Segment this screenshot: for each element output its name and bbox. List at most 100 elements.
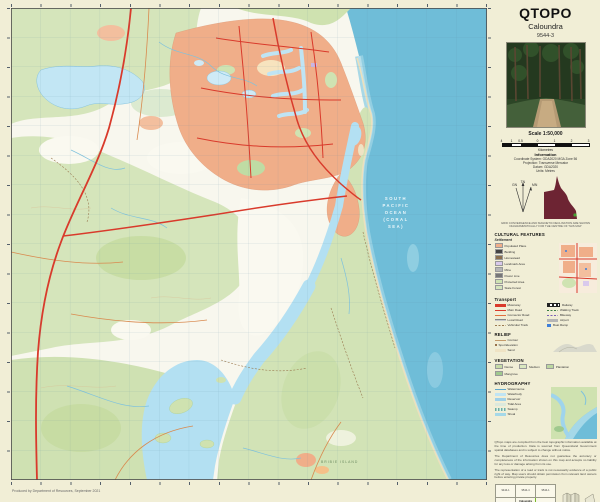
adjoining-sheet: 9544-2 (536, 498, 556, 502)
legend-item: Plantation (546, 364, 569, 369)
information-lines: Coordinate System: GDA2020 MGA Zone 56Pr… (514, 157, 577, 173)
cultural-heading: CULTURAL FEATURES (495, 232, 597, 237)
scale-tick-labels: 10.501234 (502, 139, 590, 143)
legend-cultural: CULTURAL FEATURES Settlement Populated P… (495, 230, 597, 293)
legend-line-swatch (495, 325, 506, 326)
legend-label: Railway (562, 303, 573, 307)
disclaimer-paragraph: QTopo maps are compiled from the best to… (495, 441, 597, 453)
scale-bar-segments (502, 143, 590, 148)
information-block: Information Coordinate System: GDA2020 M… (514, 151, 577, 173)
information-line: Projection: Transverse Mercator (514, 161, 577, 165)
marginalia-panel: QTOPO Caloundra 9544-3 (491, 0, 600, 502)
legend-item: Populated Place (495, 243, 556, 248)
legend-line-swatch (495, 389, 506, 390)
legend-label: Main Road (508, 308, 523, 312)
map-sheet: SOUTH PACIFIC OCEAN (CORAL SEA) BRIBIE I… (0, 0, 600, 502)
adjoining-maps-grid: 9444-1 9544-4 9544-1 9444-2 Caloundra954… (495, 484, 556, 502)
legend-label: Swamp (508, 407, 518, 411)
vegetation-items: Dense Medium Plantation (495, 364, 597, 377)
north-locator-row: GN TN MN (508, 176, 584, 220)
relief-heading: RELIEF (495, 332, 597, 337)
legend-swatch (519, 364, 527, 369)
relief-sample (553, 338, 597, 354)
legend-swatch (495, 364, 503, 369)
legend-label: Shoal (508, 412, 516, 416)
transport-heading: Transport (495, 297, 597, 302)
legend-item: Mine (495, 267, 556, 272)
queensland-locator-map (544, 176, 584, 220)
information-line: Units: Metres (514, 169, 577, 173)
island-label: BRIBIE ISLAND (321, 460, 358, 464)
transport-items-left: Motorway Main Road Connector Road (495, 303, 545, 328)
map-folding-diagram (562, 491, 596, 502)
legend-item: Building (495, 249, 556, 254)
legend-label: Mangrove (505, 372, 518, 376)
legend-label: Spot Elevation (499, 343, 518, 347)
ocean-label-line: (CORAL (383, 217, 408, 222)
legend-label: Connector Road (508, 313, 530, 317)
legend-line-swatch (495, 310, 506, 312)
scale-tick: 4 (501, 139, 503, 143)
magnetic-north-label: MN (532, 183, 538, 187)
legend-item: Protected Area (495, 279, 556, 284)
legend-item: Tidal Area (495, 402, 548, 406)
legend-label: Motorway (508, 303, 521, 307)
legend-item: State Forest (495, 285, 556, 290)
legend-label: Boat Ramp (553, 323, 568, 327)
ocean-label-line: PACIFIC (383, 203, 410, 208)
disclaimer-notes: QTopo maps are compiled from the best to… (495, 441, 597, 482)
legend-swatch (495, 279, 503, 284)
legend-label: Airport (560, 318, 569, 322)
legend-swatch (495, 255, 503, 260)
left-graticule-ticks (7, 8, 10, 480)
legend-item: Waterbody (495, 392, 548, 396)
legend-vegetation: VEGETATION Dense Medium (495, 356, 597, 377)
legend-item: Connector Road (495, 313, 545, 317)
sheet-number: 9544-3 (537, 33, 554, 40)
legend-swatch (495, 267, 503, 272)
legend-swatch (495, 243, 503, 248)
ocean-label-line: OCEAN (385, 210, 408, 215)
legend-label: Contour (508, 338, 519, 342)
scale-tick: 2 (571, 139, 573, 143)
settlement-subheading: Settlement (495, 238, 597, 242)
cover-photo (506, 42, 586, 128)
legend-label: Waterbody (508, 392, 522, 396)
legend-label: Local Road (508, 318, 523, 322)
scale-tick: 0 (537, 139, 539, 143)
adjoining-maps-row: 9444-1 9544-4 9544-1 9444-2 Caloundra954… (495, 484, 597, 502)
legend-item: Reservoir (495, 397, 548, 401)
adjoining-sheet: 9444-2 (496, 498, 516, 502)
legend-label: Bikeway (560, 313, 571, 317)
legend-label: Walking Track (560, 308, 579, 312)
hydrography-items: Watercourse Waterbody Reservoir (495, 387, 548, 439)
map-canvas: SOUTH PACIFIC OCEAN (CORAL SEA) BRIBIE I… (11, 8, 487, 480)
vegetation-heading: VEGETATION (495, 358, 597, 363)
legend-line-swatch (495, 304, 506, 307)
scale-bar: 10.501234 Kilometres (502, 139, 590, 149)
legend-swatch (495, 261, 503, 266)
legend-line-swatch (495, 408, 506, 412)
legend-line-swatch (495, 340, 506, 341)
legend-relief: RELIEF Contour Spot Elevation (495, 330, 597, 354)
legend-item: Walking Track (547, 308, 597, 312)
adjoining-sheet: 9444-1 (496, 485, 516, 498)
legend-line-swatch (495, 319, 506, 321)
production-note: Produced by Department of Resources, Sep… (12, 489, 100, 493)
legend-item: Sand (495, 348, 550, 352)
legend-line-swatch (495, 413, 506, 417)
forest-road-photo (507, 43, 585, 127)
ocean-label-line: SEA) (388, 224, 404, 229)
adjoining-sheet: 9544-1 (536, 485, 556, 498)
scale-label: Scale 1:50,000 (528, 131, 562, 137)
legend-label: Power Line (505, 274, 520, 278)
legend-label: Mine (505, 268, 512, 272)
legend-transport: Transport Motorway Main Road (495, 295, 597, 328)
legend-label: Tidal Area (508, 402, 521, 406)
legend-label: Sand (508, 348, 515, 352)
legend-item: Homestead (495, 255, 556, 260)
legend-line-swatch (547, 319, 558, 322)
legend-swatch (495, 249, 503, 254)
top-graticule-ticks (11, 4, 487, 7)
cultural-sample-map (559, 243, 597, 293)
